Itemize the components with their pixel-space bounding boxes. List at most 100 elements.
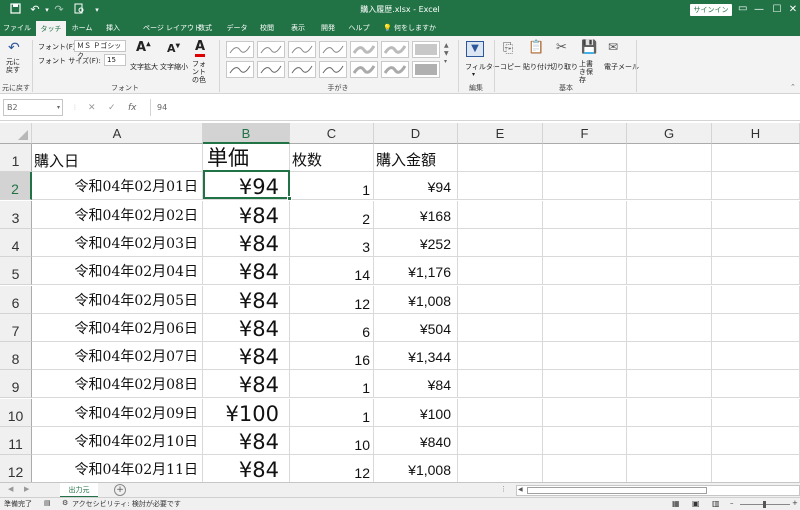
tab-home[interactable]: ホーム [68,20,96,36]
cell-d7[interactable]: ¥504 [374,314,458,342]
scrollbar-thumb[interactable] [527,487,707,494]
pen-swatch[interactable] [288,61,316,78]
highlighter-swatch[interactable] [412,41,440,58]
cell-f10[interactable] [543,399,627,427]
cell-f7[interactable] [543,314,627,342]
row-header-4[interactable]: 4 [0,229,32,257]
highlighter-swatch[interactable] [381,41,409,58]
tab-file[interactable]: ファイル [0,20,34,36]
cell-f6[interactable] [543,286,627,314]
prev-sheet-icon[interactable]: ◀ [8,485,13,493]
pen-swatch[interactable] [257,41,285,58]
cell-c8[interactable]: 16 [290,342,374,370]
row-header-2[interactable]: 2 [0,172,32,200]
font-color-label[interactable]: フォントの色 [192,60,212,84]
cell-h3[interactable] [712,201,800,229]
cell-f1[interactable] [543,144,627,172]
cell-e1[interactable] [458,144,543,172]
column-header-d[interactable]: D [374,123,458,144]
filter-icon[interactable]: ▼ [466,41,484,57]
cell-c2[interactable]: 1 [290,172,374,200]
cell-d5[interactable]: ¥1,176 [374,257,458,285]
collapse-ribbon-icon[interactable]: ⌃ [790,83,796,91]
cell-c10[interactable]: 1 [290,399,374,427]
cell-a9[interactable]: 令和04年02月08日 [32,370,203,398]
cell-a12[interactable]: 令和04年02月11日 [32,455,203,482]
pen-swatch[interactable] [288,41,316,58]
cell-a10[interactable]: 令和04年02月09日 [32,399,203,427]
cell-e5[interactable] [458,257,543,285]
cell-g8[interactable] [627,342,712,370]
pen-swatch[interactable] [226,61,254,78]
tab-insert[interactable]: 挿入 [100,20,126,36]
cell-g2[interactable] [627,172,712,200]
cell-e7[interactable] [458,314,543,342]
cell-a7[interactable]: 令和04年02月06日 [32,314,203,342]
cell-h1[interactable] [712,144,800,172]
enter-icon[interactable]: ✓ [108,103,116,113]
cell-e10[interactable] [458,399,543,427]
cell-a4[interactable]: 令和04年02月03日 [32,229,203,257]
cell-b10[interactable]: ¥100 [203,399,290,427]
save-disk-icon[interactable]: 💾 [581,40,597,55]
cell-a1[interactable]: 購入日 [32,144,203,172]
column-header-a[interactable]: A [32,123,203,144]
shrink-font-icon[interactable]: A▼ [167,42,180,55]
cell-g1[interactable] [627,144,712,172]
cell-f12[interactable] [543,455,627,482]
paste-label[interactable]: 貼り付け [523,62,551,72]
page-layout-view-icon[interactable]: ▣ [692,499,700,508]
copy-icon[interactable]: ⎘ [503,41,513,56]
cell-g3[interactable] [627,201,712,229]
zoom-in-icon[interactable]: + [792,499,798,507]
font-color-icon[interactable]: A [195,40,206,57]
cell-e8[interactable] [458,342,543,370]
cell-a8[interactable]: 令和04年02月07日 [32,342,203,370]
row-header-12[interactable]: 12 [0,455,32,482]
cell-g10[interactable] [627,399,712,427]
cell-a6[interactable]: 令和04年02月05日 [32,286,203,314]
formula-input[interactable]: 94 [150,99,796,116]
cell-d6[interactable]: ¥1,008 [374,286,458,314]
cell-b12[interactable]: ¥84 [203,455,290,482]
paste-icon[interactable]: 📋 [528,40,544,55]
pen-swatch[interactable] [226,41,254,58]
cell-c4[interactable]: 3 [290,229,374,257]
cell-a3[interactable]: 令和04年02月02日 [32,201,203,229]
font-name-select[interactable]: ＭＳ Ｐゴシック [74,40,126,60]
cell-h12[interactable] [712,455,800,482]
row-header-6[interactable]: 6 [0,286,32,314]
cell-c11[interactable]: 10 [290,427,374,455]
row-header-7[interactable]: 7 [0,314,32,342]
row-header-10[interactable]: 10 [0,399,32,427]
cell-c7[interactable]: 6 [290,314,374,342]
cell-h8[interactable] [712,342,800,370]
cell-e2[interactable] [458,172,543,200]
column-header-g[interactable]: G [627,123,712,144]
accessibility-status[interactable]: アクセシビリティ: 検討が必要です [72,499,181,509]
accessibility-icon[interactable]: ⚙ [62,499,68,507]
ribbon-display-icon[interactable]: ▭ [738,3,747,14]
splitter-handle-icon[interactable]: ⋮ [500,485,507,493]
filter-dropdown-icon[interactable]: ▾ [472,71,475,78]
cell-g5[interactable] [627,257,712,285]
cell-h7[interactable] [712,314,800,342]
cell-d3[interactable]: ¥168 [374,201,458,229]
scroll-left-icon[interactable]: ◀ [518,486,523,493]
column-header-h[interactable]: H [712,123,800,144]
cell-f5[interactable] [543,257,627,285]
cell-f2[interactable] [543,172,627,200]
pen-swatch[interactable] [257,61,285,78]
cell-d10[interactable]: ¥100 [374,399,458,427]
name-box[interactable]: B2 ▾ [3,99,63,116]
tell-me-search[interactable]: 💡 何をしますか [383,20,436,36]
tab-developer[interactable]: 開発 [317,20,339,36]
column-header-e[interactable]: E [458,123,543,144]
cell-g4[interactable] [627,229,712,257]
cell-b6[interactable]: ¥84 [203,286,290,314]
grow-font-icon[interactable]: A▲ [136,40,151,55]
select-all-corner[interactable] [0,123,32,144]
cell-b4[interactable]: ¥84 [203,229,290,257]
cell-g12[interactable] [627,455,712,482]
pen-gallery-scroll-icon[interactable]: ▲ ▼ ▾ [444,42,449,66]
